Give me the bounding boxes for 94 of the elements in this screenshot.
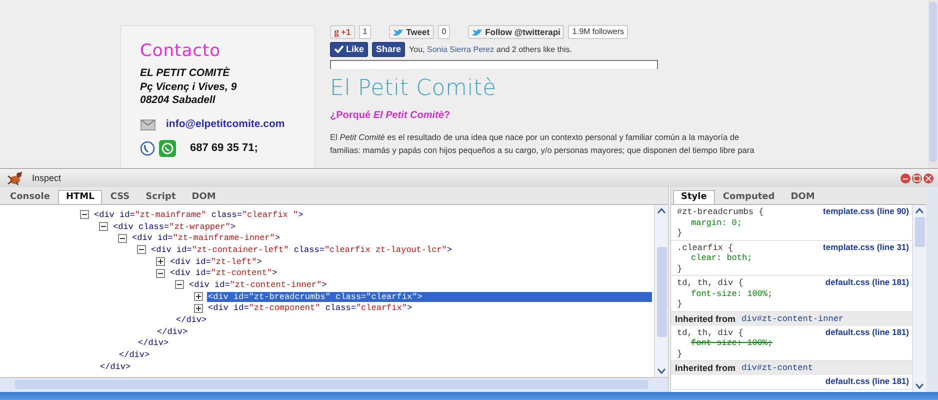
html-node[interactable]: <div id="zt-breadcrumbs" class="clearfix"> [207, 292, 652, 302]
css-selector: .clearfix { [677, 242, 734, 253]
follow-button[interactable]: Follow @twitterapi [468, 25, 564, 39]
panel-tab[interactable]: CSS [102, 190, 138, 204]
panel-tab[interactable]: DOM [184, 190, 224, 204]
source-link[interactable]: default.css (line 181) [825, 376, 909, 386]
source-link[interactable]: template.css (line 90) [823, 206, 909, 216]
likes-text: You, Sonia Sierra Perez and 2 others like this. [409, 44, 572, 54]
paragraph-line: El Petit Comitè es el resultado de una idea que nace por un contexto personal y familiar común a la mayoría de [330, 131, 740, 144]
code-scrollbar[interactable] [654, 205, 668, 377]
expand-toggle[interactable] [156, 257, 165, 266]
google-plus-button[interactable]: g +1 [330, 25, 355, 39]
css-property: margin: 0; [690, 218, 742, 228]
profile-link[interactable]: Sonia Sierra Perez [426, 44, 494, 54]
expand-toggle[interactable] [175, 280, 184, 290]
expand-toggle[interactable] [80, 210, 89, 220]
address-line: Pç Vicenç i Vives, 9 [140, 80, 238, 94]
expand-toggle[interactable] [194, 304, 203, 313]
closing-tag: </div> [99, 362, 132, 372]
panel-tab[interactable]: Console [2, 190, 58, 204]
closing-brace: } [677, 228, 682, 238]
source-link[interactable]: default.css (line 181) [825, 277, 909, 288]
element-reference[interactable]: div#zt-content-inner [742, 314, 844, 324]
closing-brace: } [677, 348, 682, 359]
side-tab[interactable]: Style [673, 190, 715, 204]
html-node[interactable]: <div class="zt-wrapper"> [112, 222, 236, 232]
html-node[interactable]: <div id="zt-component" class="clearfix"> [207, 303, 414, 314]
inherited-label: Inherited from [675, 314, 736, 324]
closing-tag: </div> [156, 326, 189, 337]
bird-icon [472, 28, 484, 36]
closing-brace: } [677, 264, 682, 274]
element-reference[interactable]: div#zt-content [742, 363, 813, 373]
tweet-button[interactable]: Tweet [389, 25, 434, 39]
expand-toggle[interactable] [137, 245, 146, 254]
side-tab[interactable]: DOM [782, 190, 823, 204]
html-node[interactable]: <div id="zt-content-inner"> [188, 280, 328, 290]
html-node[interactable]: <div id="zt-left"> [169, 256, 263, 267]
scroll-up-icon[interactable] [915, 208, 924, 214]
css-selector: td, th, div { [677, 278, 744, 288]
css-selector: #zt-breadcrumbs { [677, 207, 764, 218]
html-node[interactable]: <div id="zt-mainframe-inner"> [131, 233, 281, 244]
inspect-button[interactable]: Inspect [32, 173, 62, 183]
horizontal-scrollbar[interactable] [0, 377, 668, 392]
scroll-down-icon[interactable] [915, 383, 924, 389]
share-button[interactable]: Share [372, 42, 406, 56]
window-buttons-icon[interactable] [900, 172, 934, 184]
expand-toggle[interactable] [118, 234, 127, 243]
contact-heading: Contacto [140, 41, 222, 61]
plus-count: 1 [358, 25, 372, 39]
css-property: clear: both; [690, 253, 752, 264]
expand-toggle[interactable] [156, 268, 165, 278]
bug-icon [6, 170, 24, 186]
source-link[interactable]: default.css (line 181) [825, 326, 909, 337]
whatsapp-icon [159, 140, 176, 156]
html-node[interactable]: <div id="zt-content"> [169, 268, 278, 278]
closing-tag: </div> [118, 350, 151, 360]
scroll-thumb[interactable] [929, 2, 937, 162]
inherited-label: Inherited from [675, 363, 736, 373]
style-scrollbar[interactable] [912, 205, 926, 392]
panel-tab[interactable]: Script [138, 190, 184, 204]
css-property: font-size: 100%; [690, 288, 773, 299]
panel-tab[interactable]: HTML [58, 190, 102, 204]
css-selector: td, th, div { [677, 328, 744, 338]
expand-toggle[interactable] [194, 292, 203, 302]
phone-number: 687 69 35 71; [190, 142, 258, 154]
address-line: 08204 Sabadell [140, 94, 216, 108]
check-icon [334, 45, 344, 53]
scroll-up-icon[interactable] [657, 208, 666, 214]
bird-icon [393, 28, 404, 36]
mail-icon [140, 116, 156, 130]
window-scrollbar[interactable] [926, 187, 938, 392]
source-link[interactable]: template.css (line 31) [823, 242, 909, 252]
css-property: font-size: 100%; [690, 338, 773, 348]
like-button[interactable]: Like [330, 42, 368, 56]
html-node[interactable]: <div id="zt-mainframe" class="clearfix "> [93, 210, 304, 220]
scroll-down-icon[interactable] [657, 368, 666, 374]
expand-toggle[interactable] [99, 222, 108, 232]
comment-box[interactable] [330, 60, 658, 69]
closing-brace: } [677, 299, 682, 310]
tweet-count: 0 [438, 25, 450, 39]
site-title: El Petit Comitè [330, 76, 498, 101]
paragraph-line: familias: mamás y papás con hijos pequeños a su cargo, y/o personas mayores; que disponen del tiempo libre para [330, 144, 756, 157]
closing-tag: </div> [175, 315, 208, 326]
page-scrollbar[interactable] [928, 0, 938, 168]
address-line: EL PETIT COMITÈ [140, 67, 231, 80]
scroll-thumb[interactable] [914, 217, 924, 247]
followers-count: 1.9M followers [568, 25, 628, 39]
email-link[interactable]: info@elpetitcomite.com [166, 118, 285, 130]
closing-tag: </div> [137, 338, 170, 348]
scroll-thumb[interactable] [656, 247, 666, 337]
side-tab[interactable]: Computed [714, 190, 783, 204]
html-node[interactable]: <div id="zt-container-left" class="clearfix zt-layout-lcr"> [150, 244, 453, 255]
section-heading: ¿Porqué El Petit Comitè? [330, 110, 452, 121]
phone-icon [140, 140, 155, 156]
